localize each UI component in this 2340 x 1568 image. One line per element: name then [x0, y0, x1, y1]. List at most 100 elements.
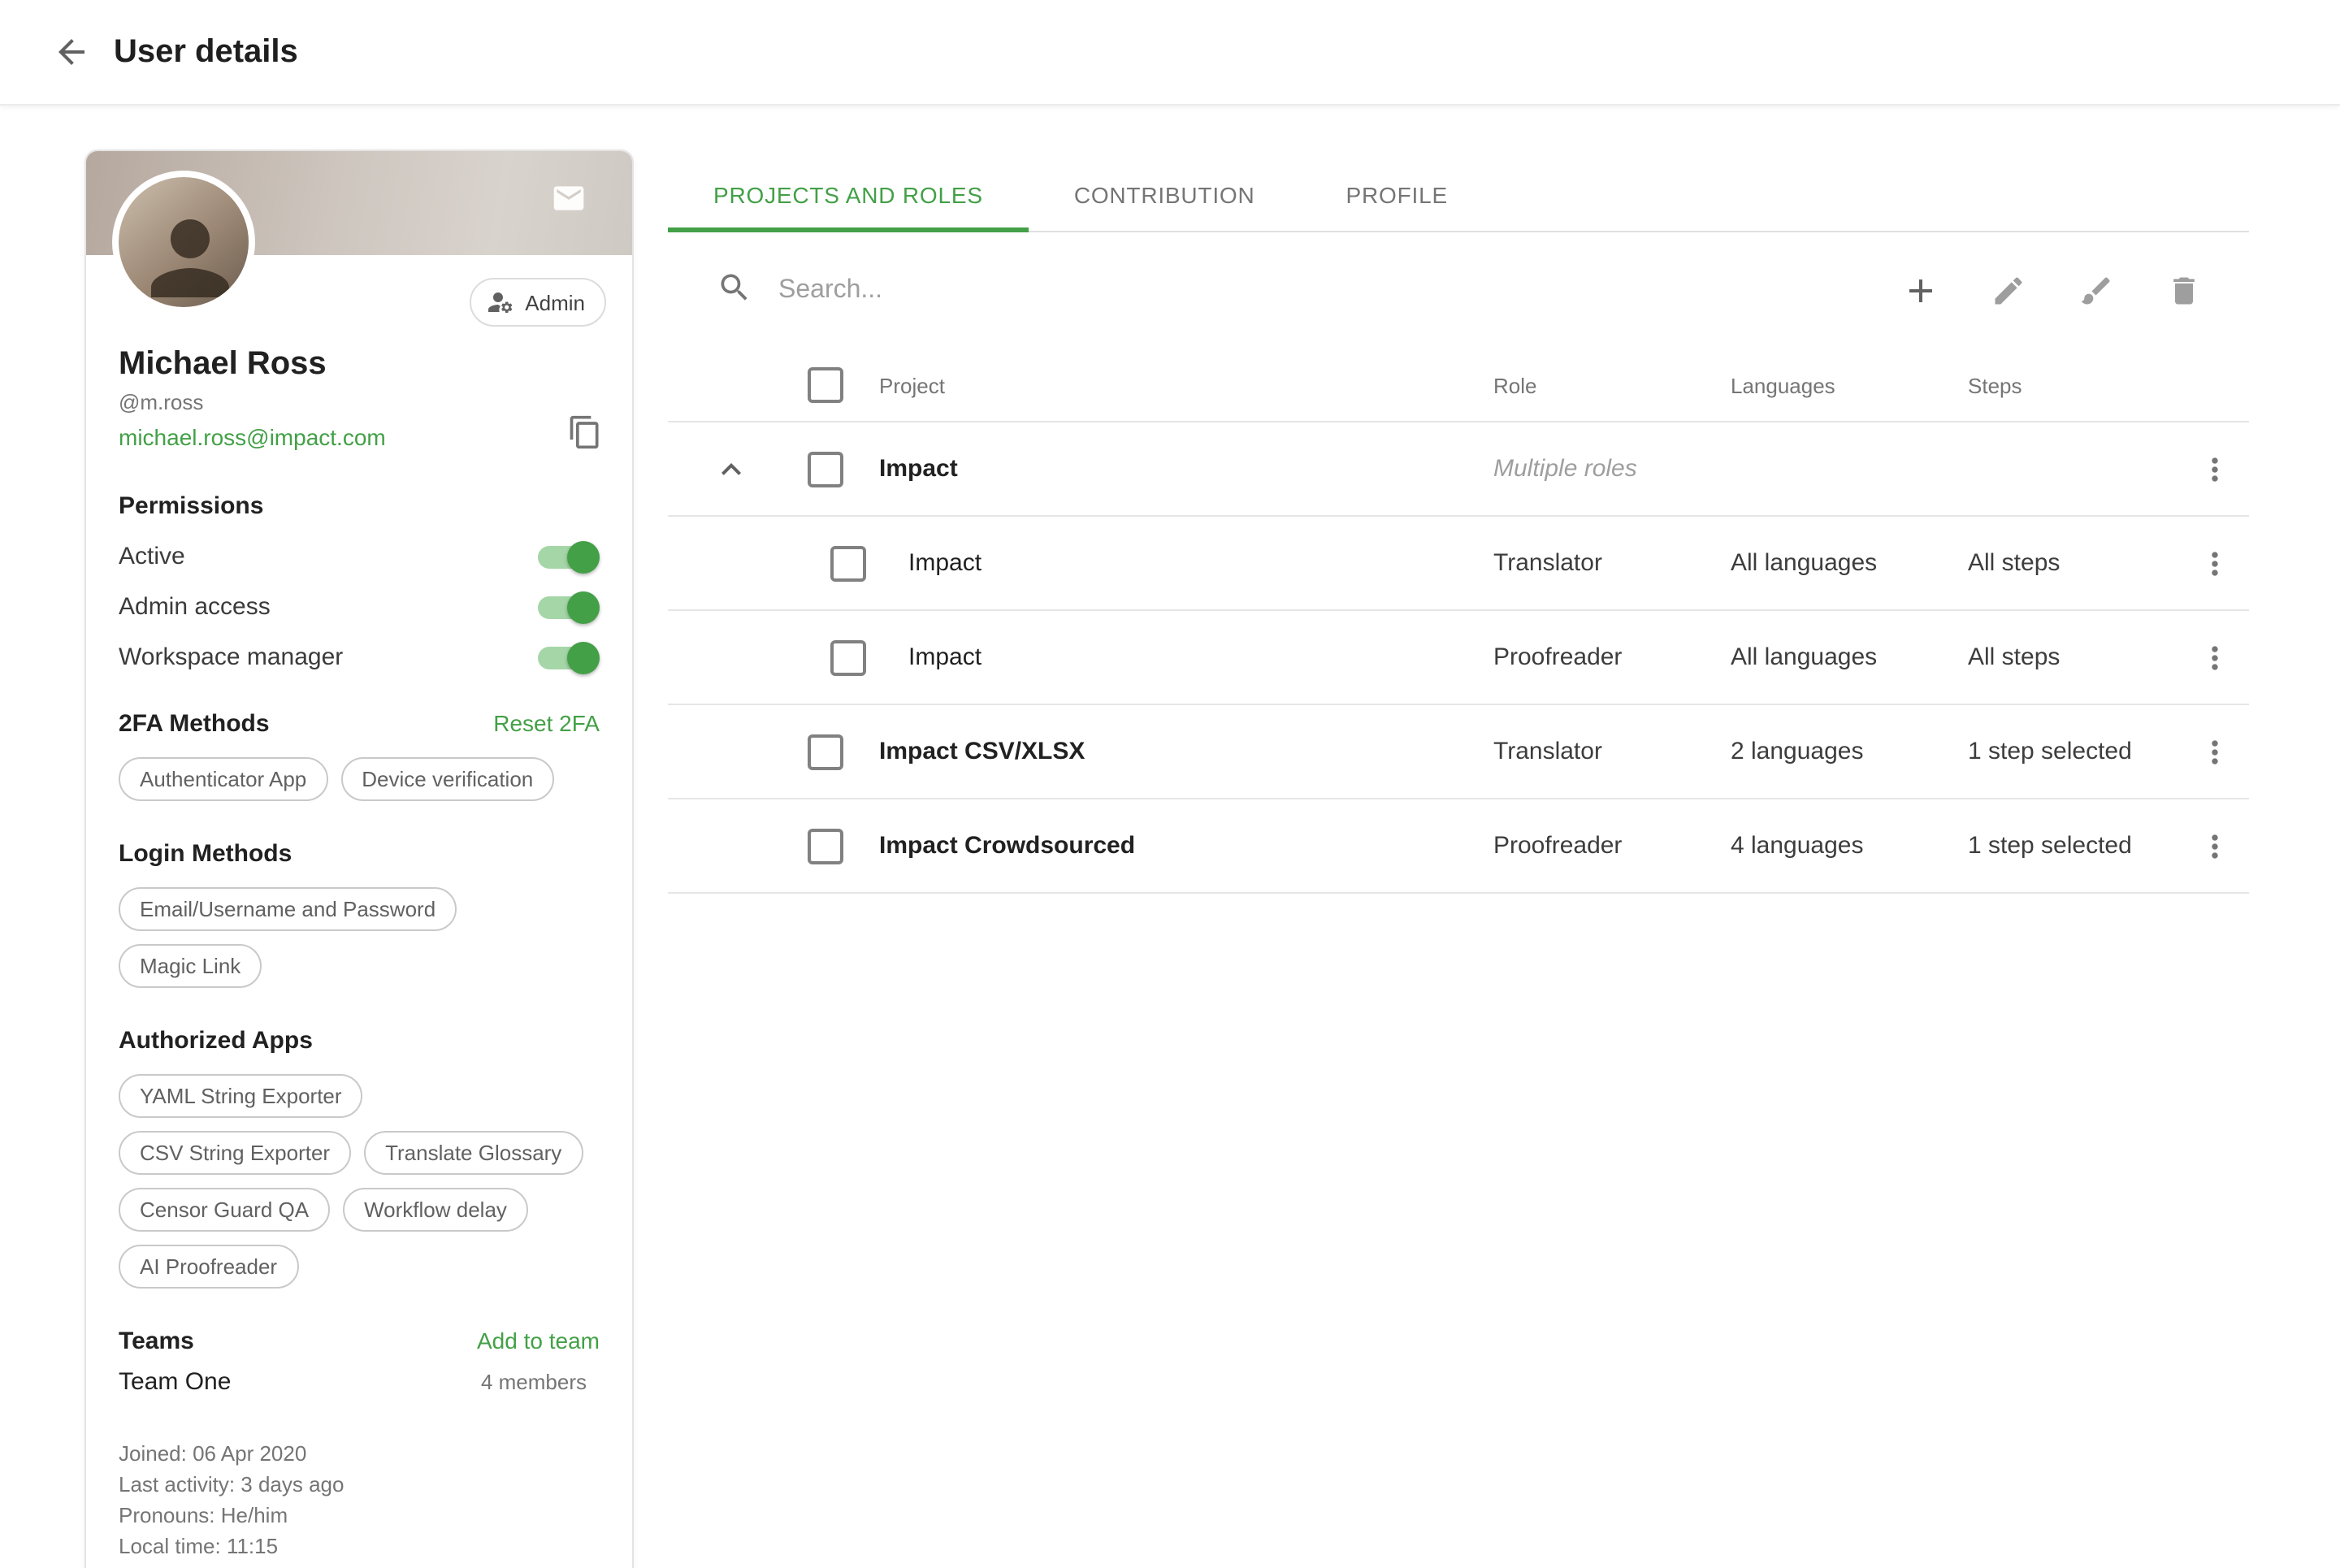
permissions-title: Permissions — [119, 492, 263, 520]
more-options-icon[interactable] — [2195, 544, 2234, 583]
column-project: Project — [879, 373, 1493, 397]
role-value: Translator — [1493, 738, 1731, 765]
admin-badge: Admin — [470, 278, 606, 327]
back-button[interactable] — [46, 26, 98, 78]
meta-pronouns: Pronouns: He/him — [119, 1500, 600, 1531]
column-role: Role — [1493, 373, 1731, 397]
toggle-row-admin-access: Admin access — [119, 593, 600, 621]
more-options-icon[interactable] — [2195, 826, 2234, 865]
main-content: PROJECTS AND ROLES CONTRIBUTION PROFILE — [668, 158, 2249, 894]
admin-access-toggle[interactable] — [538, 596, 596, 618]
app-chip: YAML String Exporter — [119, 1074, 363, 1118]
team-members-count: 4 members — [481, 1370, 587, 1394]
languages-value: All languages — [1731, 643, 1968, 671]
authorized-apps-title: Authorized Apps — [119, 1027, 313, 1055]
tab-projects-and-roles[interactable]: PROJECTS AND ROLES — [668, 158, 1029, 232]
delete-icon[interactable] — [2164, 271, 2204, 310]
more-options-icon[interactable] — [2195, 449, 2234, 488]
add-to-team-link[interactable]: Add to team — [477, 1328, 600, 1354]
search-input[interactable] — [775, 275, 1901, 307]
role-value: Translator — [1493, 549, 1731, 577]
app-chip: Workflow delay — [343, 1188, 528, 1232]
row-checkbox[interactable] — [830, 545, 866, 581]
workspace-manager-toggle[interactable] — [538, 646, 596, 669]
active-toggle[interactable] — [538, 545, 596, 568]
login-method-chip: Email/Username and Password — [119, 887, 457, 931]
role-value: Proofreader — [1493, 643, 1731, 671]
table-header: Project Role Languages Steps — [668, 349, 2249, 422]
role-value: Proofreader — [1493, 832, 1731, 860]
toggle-label: Workspace manager — [119, 643, 343, 671]
reset-2fa-link[interactable]: Reset 2FA — [493, 710, 600, 736]
tab-bar: PROJECTS AND ROLES CONTRIBUTION PROFILE — [668, 158, 2249, 232]
meta-joined: Joined: 06 Apr 2020 — [119, 1438, 600, 1469]
teams-title: Teams — [119, 1328, 194, 1355]
languages-value: 4 languages — [1731, 832, 1968, 860]
person-silhouette-icon — [132, 200, 249, 314]
user-email[interactable]: michael.ross@impact.com — [119, 424, 386, 450]
steps-value: All steps — [1968, 549, 2181, 577]
meta-access-tokens: Personal access tokens: 1 — [119, 1562, 600, 1568]
team-name: Team One — [119, 1368, 231, 1396]
add-icon[interactable] — [1901, 271, 1940, 310]
app-chip: AI Proofreader — [119, 1245, 298, 1289]
table-row-child: Impact Translator All languages All step… — [668, 517, 2249, 611]
table-row-child: Impact Proofreader All languages All ste… — [668, 611, 2249, 705]
manage-accounts-icon — [486, 288, 515, 317]
twofa-chip: Device verification — [340, 757, 554, 801]
collapse-chevron-icon[interactable] — [712, 449, 751, 488]
user-name: Michael Ross — [119, 346, 600, 383]
tab-contribution[interactable]: CONTRIBUTION — [1029, 158, 1301, 232]
twofa-chip: Authenticator App — [119, 757, 327, 801]
copy-icon[interactable] — [567, 414, 603, 458]
app-chip: Censor Guard QA — [119, 1188, 330, 1232]
steps-value: 1 step selected — [1968, 738, 2181, 765]
meta-last-activity: Last activity: 3 days ago — [119, 1469, 600, 1500]
more-options-icon[interactable] — [2195, 638, 2234, 677]
more-options-icon[interactable] — [2195, 732, 2234, 771]
profile-card: Admin Michael Ross @m.ross michael.ross@… — [84, 149, 634, 1568]
team-row[interactable]: Team One 4 members — [119, 1368, 600, 1396]
admin-badge-label: Admin — [525, 290, 585, 314]
row-checkbox[interactable] — [808, 828, 843, 864]
avatar — [112, 171, 255, 314]
project-name: Impact — [879, 549, 1493, 577]
column-languages: Languages — [1731, 373, 1968, 397]
topbar: User details — [0, 0, 2340, 106]
page-title: User details — [114, 33, 298, 71]
row-checkbox[interactable] — [808, 451, 843, 487]
languages-value: All languages — [1731, 549, 1968, 577]
app-chip: Translate Glossary — [364, 1131, 583, 1175]
mail-icon[interactable] — [551, 180, 587, 224]
user-handle: @m.ross — [119, 390, 600, 414]
search-icon — [717, 269, 752, 313]
tab-profile[interactable]: PROFILE — [1301, 158, 1493, 232]
table-row: Impact Crowdsourced Proofreader 4 langua… — [668, 799, 2249, 894]
brush-icon[interactable] — [2077, 271, 2116, 310]
toggle-label: Active — [119, 543, 185, 570]
project-name: Impact Crowdsourced — [879, 832, 1493, 860]
app-chip: CSV String Exporter — [119, 1131, 351, 1175]
role-value: Multiple roles — [1493, 455, 1731, 483]
steps-value: All steps — [1968, 643, 2181, 671]
page: User details Admin Michael Ross @m.ross — [0, 0, 2340, 1568]
user-meta: Joined: 06 Apr 2020 Last activity: 3 day… — [119, 1438, 600, 1568]
edit-icon[interactable] — [1989, 271, 2028, 310]
toggle-row-workspace-manager: Workspace manager — [119, 643, 600, 671]
login-methods-title: Login Methods — [119, 840, 292, 868]
project-name: Impact CSV/XLSX — [879, 738, 1493, 765]
project-name: Impact — [879, 455, 1493, 483]
project-name: Impact — [879, 643, 1493, 671]
row-checkbox[interactable] — [830, 639, 866, 675]
toggle-row-active: Active — [119, 543, 600, 570]
row-checkbox[interactable] — [808, 734, 843, 769]
search-toolbar — [668, 232, 2249, 349]
arrow-left-icon — [52, 32, 91, 71]
column-steps: Steps — [1968, 373, 2181, 397]
toggle-label: Admin access — [119, 593, 271, 621]
select-all-checkbox[interactable] — [808, 367, 843, 403]
twofa-title: 2FA Methods — [119, 710, 270, 738]
steps-value: 1 step selected — [1968, 832, 2181, 860]
table-row: Impact CSV/XLSX Translator 2 languages 1… — [668, 705, 2249, 799]
languages-value: 2 languages — [1731, 738, 1968, 765]
